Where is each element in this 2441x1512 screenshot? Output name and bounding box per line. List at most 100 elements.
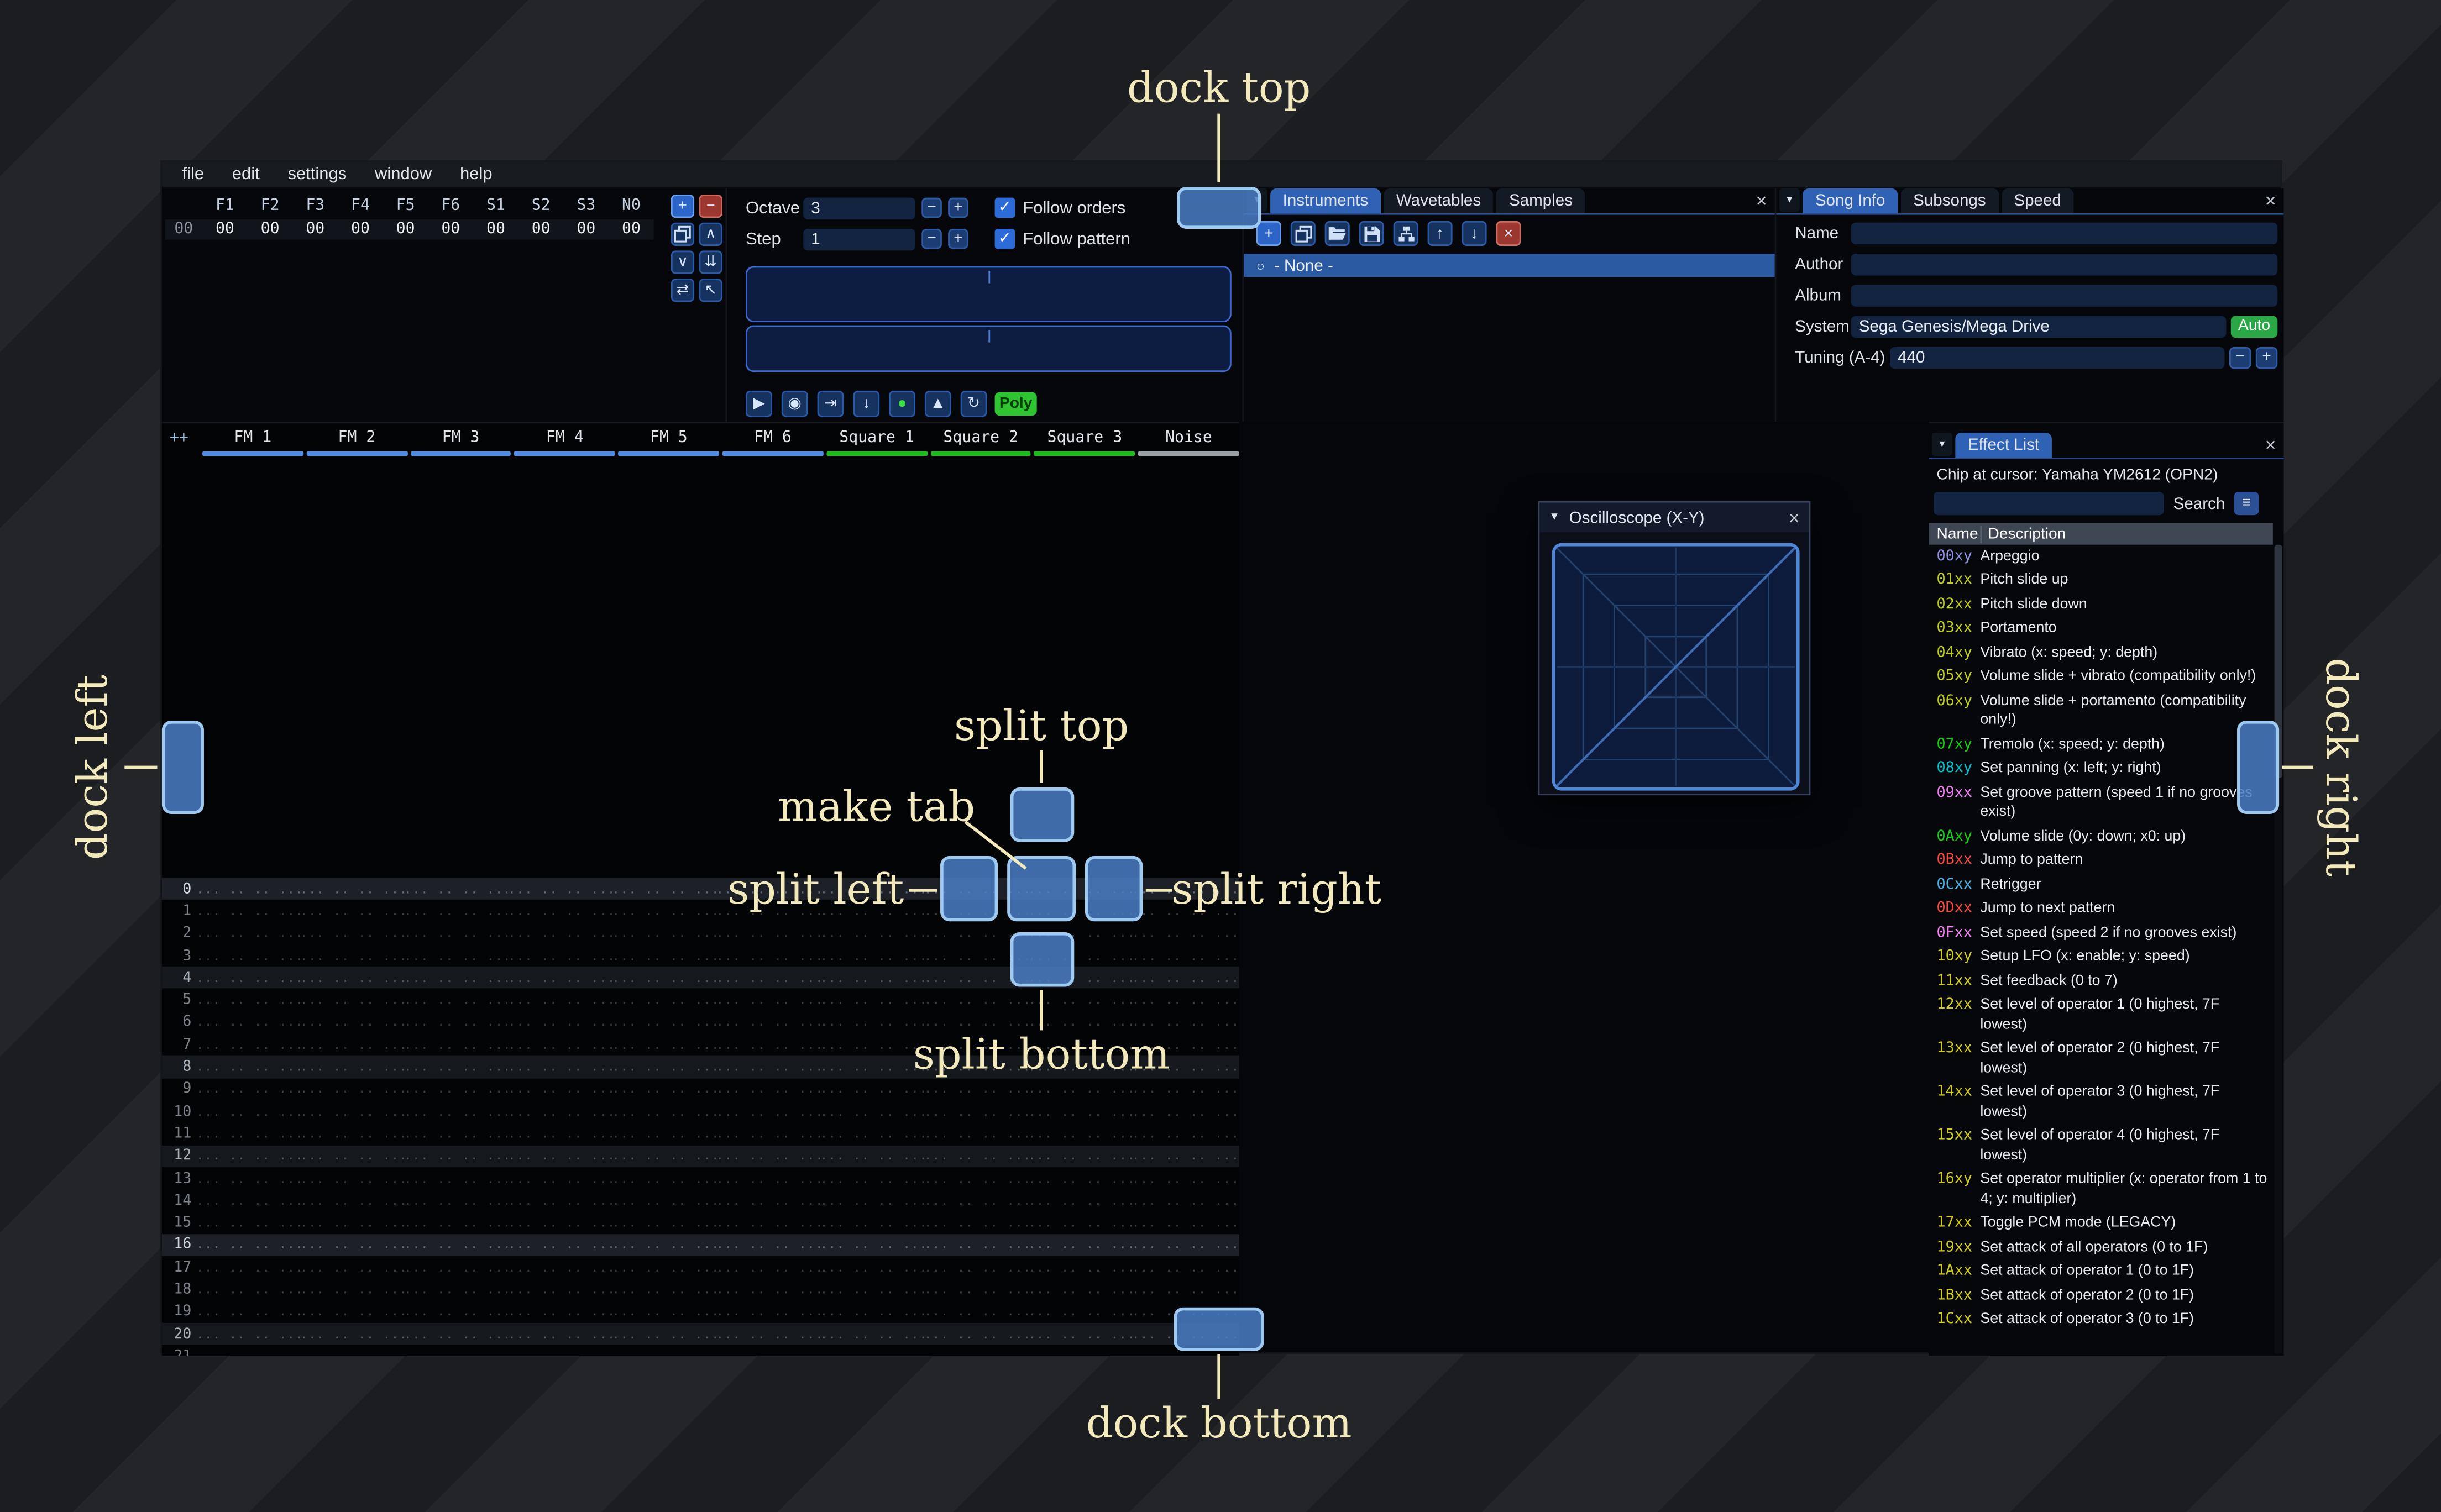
pattern-cell[interactable]: ... .. .. ... [404, 1216, 508, 1230]
input-tuning-a-4[interactable]: 440 [1890, 347, 2225, 369]
pattern-cell[interactable]: ... .. .. ... [300, 971, 404, 985]
pattern-cell[interactable]: ... .. .. ... [612, 926, 716, 940]
pattern-cell[interactable]: ... .. .. ... [300, 1260, 404, 1274]
pattern-row[interactable]: 20... .. .. ...... .. .. ...... .. .. ..… [161, 1322, 1239, 1345]
make-tab-target[interactable] [1007, 855, 1076, 922]
pattern-cell[interactable]: ... .. .. ... [404, 993, 508, 1007]
effect-row[interactable]: 1Cxx Set attack of operator 3 (0 to 1F) [1929, 1308, 2272, 1332]
pattern-cell[interactable]: ... .. .. ... [820, 949, 924, 963]
pattern-cell[interactable]: ... .. .. ... [716, 1082, 820, 1096]
pattern-cell[interactable]: ... .. .. ... [300, 1305, 404, 1319]
pattern-row[interactable]: 10... .. .. ...... .. .. ...... .. .. ..… [162, 1100, 1239, 1122]
pattern-cell[interactable]: ... .. .. ... [196, 971, 300, 985]
pattern-cell[interactable]: ... .. .. ... [404, 949, 508, 963]
effect-row[interactable]: 15xx Set level of operator 4 (0 highest, … [1929, 1125, 2272, 1168]
pattern-cell[interactable]: ... .. .. ... [612, 1238, 716, 1252]
pattern-row[interactable]: 5... .. .. ...... .. .. ...... .. .. ...… [162, 989, 1239, 1011]
auto-detect-button[interactable]: Auto [2230, 316, 2278, 338]
channel-header-fm-4[interactable]: FM 4 [513, 427, 617, 456]
pattern-cell[interactable]: ... .. .. ... [300, 926, 404, 940]
open-instrument-button[interactable] [1324, 221, 1350, 246]
effect-row[interactable]: 00xy Arpeggio [1929, 545, 2272, 569]
effect-row[interactable]: 0Bxx Jump to pattern [1929, 849, 2272, 873]
menu-item-file[interactable]: file [168, 161, 218, 187]
pattern-row[interactable]: 18... .. .. ...... .. .. ...... .. .. ..… [162, 1278, 1239, 1300]
pattern-cell[interactable]: ... .. .. ... [1132, 1238, 1236, 1252]
pattern-cell[interactable]: ... .. .. ... [404, 1194, 508, 1208]
pattern-cell[interactable]: ... .. .. ... [924, 1260, 1028, 1274]
pattern-row[interactable]: 1... .. .. ...... .. .. ...... .. .. ...… [162, 900, 1239, 922]
pattern-cell[interactable]: ... .. .. ... [612, 1082, 716, 1096]
pattern-cell[interactable]: ... .. .. ... [196, 1238, 300, 1252]
pattern-cell[interactable]: ... .. .. ... [820, 1171, 924, 1185]
effect-row[interactable]: 0Fxx Set speed (speed 2 if no grooves exi… [1929, 921, 2272, 946]
pattern-cell[interactable]: ... .. .. ... [404, 971, 508, 985]
pattern-cell[interactable]: ... .. .. ... [612, 1327, 716, 1341]
pattern-cell[interactable]: ... .. .. ... [404, 1060, 508, 1074]
order-down-button[interactable]: ∨ [671, 250, 695, 274]
effect-row[interactable]: 13xx Set level of operator 2 (0 highest, … [1929, 1037, 2272, 1081]
pattern-cell[interactable]: ... .. .. ... [716, 1349, 820, 1356]
pattern-cell[interactable]: ... .. .. ... [300, 1015, 404, 1029]
effect-row[interactable]: 04xy Vibrato (x: speed; y: depth) [1929, 641, 2272, 665]
pattern-cell[interactable]: ... .. .. ... [716, 1104, 820, 1118]
channel-header-fm-2[interactable]: FM 2 [305, 427, 408, 456]
pattern-cell[interactable]: ... .. .. ... [404, 1305, 508, 1319]
orders-data-row[interactable]: 00 00 00 00 00 00 00 00 00 00 00 [165, 219, 654, 240]
effect-row[interactable]: 10xy Setup LFO (x: enable; y: speed) [1929, 946, 2272, 970]
pattern-row[interactable]: 6... .. .. ...... .. .. ...... .. .. ...… [162, 1011, 1239, 1033]
pattern-cell[interactable]: ... .. .. ... [196, 1260, 300, 1274]
pattern-cell[interactable]: ... .. .. ... [716, 1038, 820, 1052]
pattern-cell[interactable]: ... .. .. ... [716, 1238, 820, 1252]
pattern-cell[interactable]: ... .. .. ... [508, 971, 612, 985]
effect-row[interactable]: 0Dxx Jump to next pattern [1929, 897, 2272, 922]
pattern-cell[interactable]: ... .. .. ... [716, 971, 820, 985]
pattern-cell[interactable]: ... .. .. ... [612, 904, 716, 918]
instrument-list-item[interactable]: ○ - None - [1244, 254, 1775, 277]
effect-row[interactable]: 1Axx Set attack of operator 1 (0 to 1F) [1929, 1260, 2272, 1284]
effect-list-scrollbar[interactable] [2274, 544, 2282, 1355]
channel-header-fm-3[interactable]: FM 3 [409, 427, 513, 456]
effect-row[interactable]: 16xy Set operator multiplier (x: operator… [1929, 1168, 2272, 1212]
split-top-target[interactable] [1010, 788, 1075, 842]
order-cell-f3[interactable]: 00 [292, 221, 338, 238]
pattern-cell[interactable]: ... .. .. ... [1132, 1283, 1236, 1296]
order-cell-f2[interactable]: 00 [248, 221, 293, 238]
pattern-cell[interactable]: ... .. .. ... [820, 1327, 924, 1341]
metronome-button[interactable]: ▲ [924, 390, 951, 417]
pattern-row[interactable]: 0... .. .. ...... .. .. ...... .. .. ...… [161, 878, 1239, 900]
edit-toggle-button[interactable]: ● [889, 390, 916, 417]
pattern-cell[interactable]: ... .. .. ... [924, 1305, 1028, 1319]
pattern-cell[interactable]: ... .. .. ... [1028, 1082, 1132, 1096]
pattern-cell[interactable]: ... .. .. ... [716, 1327, 820, 1341]
pattern-cell[interactable]: ... .. .. ... [508, 1038, 612, 1052]
pattern-cell[interactable]: ... .. .. ... [404, 1238, 508, 1252]
step-decrease-button[interactable]: − [921, 229, 942, 249]
pattern-cell[interactable]: ... .. .. ... [404, 926, 508, 940]
pattern-cell[interactable]: ... .. .. ... [508, 949, 612, 963]
collapse-icon[interactable]: ▼ [1779, 188, 1800, 212]
pattern-cell[interactable]: ... .. .. ... [196, 1194, 300, 1208]
order-up-button[interactable]: ∧ [699, 222, 722, 246]
pattern-cell[interactable]: ... .. .. ... [404, 1327, 508, 1341]
channel-header-square-3[interactable]: Square 3 [1033, 427, 1136, 456]
effect-row[interactable]: 06xy Volume slide + portamento (compatibi… [1929, 690, 2272, 733]
dock-bottom-target[interactable] [1174, 1307, 1264, 1351]
tab-subsongs[interactable]: Subsongs [1900, 188, 1999, 213]
pattern-cell[interactable]: ... .. .. ... [1028, 1238, 1132, 1252]
effect-row[interactable]: 01xx Pitch slide up [1929, 569, 2272, 593]
order-cell-f5[interactable]: 00 [383, 221, 428, 238]
pattern-cell[interactable]: ... .. .. ... [300, 1216, 404, 1230]
pattern-cell[interactable]: ... .. .. ... [716, 926, 820, 940]
close-icon[interactable]: × [1789, 507, 1800, 528]
pattern-cell[interactable]: ... .. .. ... [716, 1216, 820, 1230]
pattern-cell[interactable]: ... .. .. ... [820, 1305, 924, 1319]
pattern-cell[interactable]: ... .. .. ... [196, 882, 300, 896]
step-input[interactable]: 1 [803, 229, 916, 251]
pattern-cell[interactable]: ... .. .. ... [612, 971, 716, 985]
input-author[interactable] [1851, 254, 2278, 276]
tab-instruments[interactable]: Instruments [1270, 188, 1381, 213]
pattern-row[interactable]: 17... .. .. ...... .. .. ...... .. .. ..… [162, 1256, 1239, 1278]
pattern-cell[interactable]: ... .. .. ... [404, 1038, 508, 1052]
pattern-cell[interactable]: ... .. .. ... [508, 1216, 612, 1230]
